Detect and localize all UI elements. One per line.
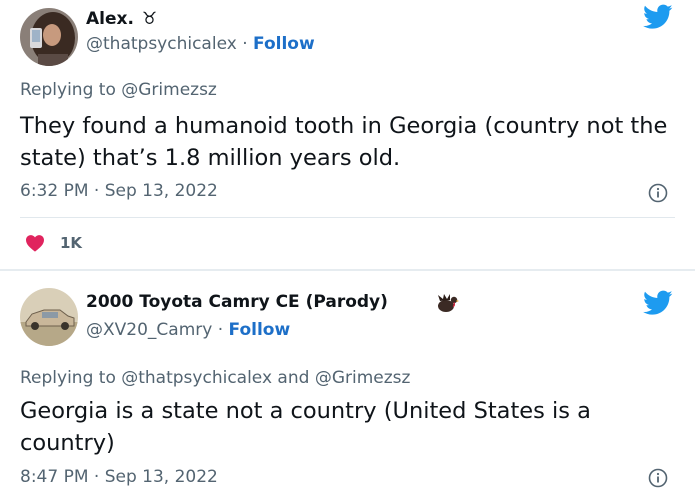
author-handle[interactable]: @XV20_Camry [86,320,212,340]
separator-dot: · [242,34,248,54]
follow-button[interactable]: Follow [229,320,291,340]
tweet-card: 2000 Toyota Camry CE (Parody) @XV20_Camr… [0,270,695,498]
twitter-bird-icon[interactable] [643,4,673,30]
info-icon[interactable] [648,183,668,203]
divider [20,217,675,218]
avatar[interactable] [20,288,78,346]
author-handle[interactable]: @thatpsychicalex [86,34,237,54]
twitter-bird-icon[interactable] [643,290,673,316]
tweet-text: They found a humanoid tooth in Georgia (… [20,113,668,171]
separator-dot: · [217,320,224,340]
author-name[interactable]: Alex. ♉︎ [86,9,157,29]
tweet-timestamp[interactable]: 8:47 PM · Sep 13, 2022 [20,467,218,487]
heart-icon[interactable] [25,234,45,252]
avatar[interactable] [20,8,78,66]
tweet-timestamp[interactable]: 6:32 PM · Sep 13, 2022 [20,181,218,201]
taurus-emoji-icon: ♉︎ [141,9,158,29]
tweet-text: Georgia is a state not a country (United… [20,398,591,456]
like-count[interactable]: 1K [60,234,82,252]
replying-to[interactable]: Replying to @thatpsychicalex and @Grimez… [20,368,410,388]
follow-button[interactable]: Follow [253,34,315,54]
handle-line: @XV20_Camry · Follow [86,320,290,340]
replying-to[interactable]: Replying to @Grimezsz [20,80,217,100]
info-icon[interactable] [648,468,668,488]
tweet-card: Alex. ♉︎ @thatpsychicalex · Follow Reply… [0,0,695,270]
handle-line: @thatpsychicalex · Follow [86,34,315,54]
author-name[interactable]: 2000 Toyota Camry CE (Parody) [86,292,388,312]
turkey-emoji-icon [438,294,459,312]
